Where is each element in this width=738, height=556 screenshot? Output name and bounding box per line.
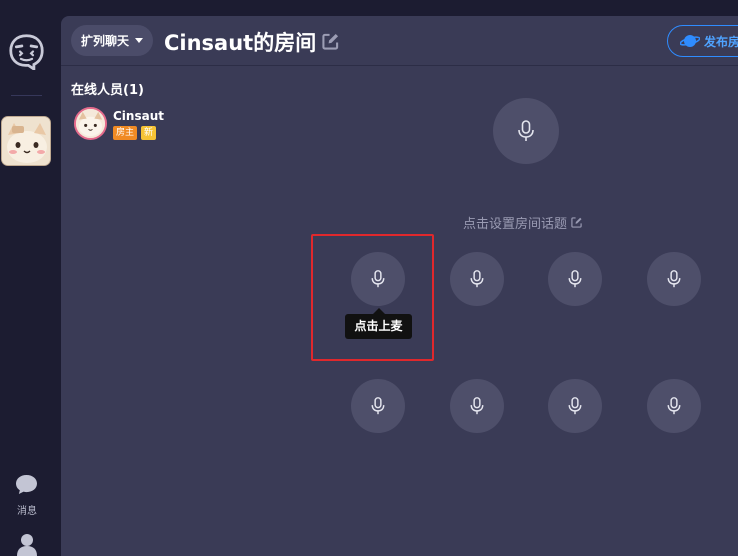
room-topic-text: 点击设置房间话题 [463, 217, 568, 232]
host-seat[interactable] [493, 98, 559, 164]
room-avatar[interactable] [1, 116, 51, 166]
microphone-icon [667, 397, 681, 415]
member-avatar-image [76, 109, 105, 138]
room-topic-setter[interactable]: 点击设置房间话题 [463, 213, 582, 232]
seat-5[interactable] [351, 379, 405, 433]
room-title: Cinsaut的房间 [164, 31, 317, 55]
sidebar-divider [11, 95, 42, 96]
seat-8[interactable] [647, 379, 701, 433]
microphone-icon [667, 270, 681, 288]
left-sidebar: 消息 [0, 0, 54, 556]
category-dropdown[interactable]: 扩列聊天 [71, 25, 154, 56]
seat-3[interactable] [548, 252, 602, 306]
category-label: 扩列聊天 [81, 34, 130, 48]
publish-button[interactable]: 发布房 [667, 25, 738, 57]
member-name: Cinsaut [113, 109, 164, 123]
room-header: 扩列聊天 Cinsaut的房间 发布房 [61, 16, 738, 66]
seat-4[interactable] [647, 252, 701, 306]
user-icon[interactable] [16, 532, 38, 556]
highlight-box [311, 234, 434, 361]
chevron-down-icon [135, 38, 144, 43]
messages-nav[interactable]: 消息 [8, 470, 46, 517]
new-badge: 新 [141, 126, 157, 140]
microphone-icon [470, 270, 484, 288]
planet-icon [680, 35, 700, 47]
seat-7[interactable] [548, 379, 602, 433]
chat-bubble-icon [16, 474, 37, 495]
online-members-title: 在线人员(1) [71, 83, 144, 98]
member-item[interactable]: Cinsaut 房主 新 [74, 107, 194, 143]
cat-avatar-image [2, 117, 50, 165]
microphone-icon [568, 397, 582, 415]
room-panel: 扩列聊天 Cinsaut的房间 发布房 在线人员(1) Cinsaut 房主 新… [61, 16, 738, 556]
publish-label: 发布房 [704, 34, 738, 49]
member-avatar [74, 107, 107, 140]
join-mic-tooltip: 点击上麦 [345, 314, 412, 339]
messages-label: 消息 [17, 506, 37, 517]
owner-badge: 房主 [113, 126, 138, 140]
seat-2[interactable] [450, 252, 504, 306]
edit-icon [571, 217, 582, 228]
microphone-icon [470, 397, 484, 415]
seat-6[interactable] [450, 379, 504, 433]
microphone-icon [518, 120, 534, 141]
logo-face-icon[interactable] [8, 33, 45, 70]
microphone-icon [568, 270, 582, 288]
edit-icon[interactable] [322, 33, 339, 50]
microphone-icon [371, 397, 385, 415]
